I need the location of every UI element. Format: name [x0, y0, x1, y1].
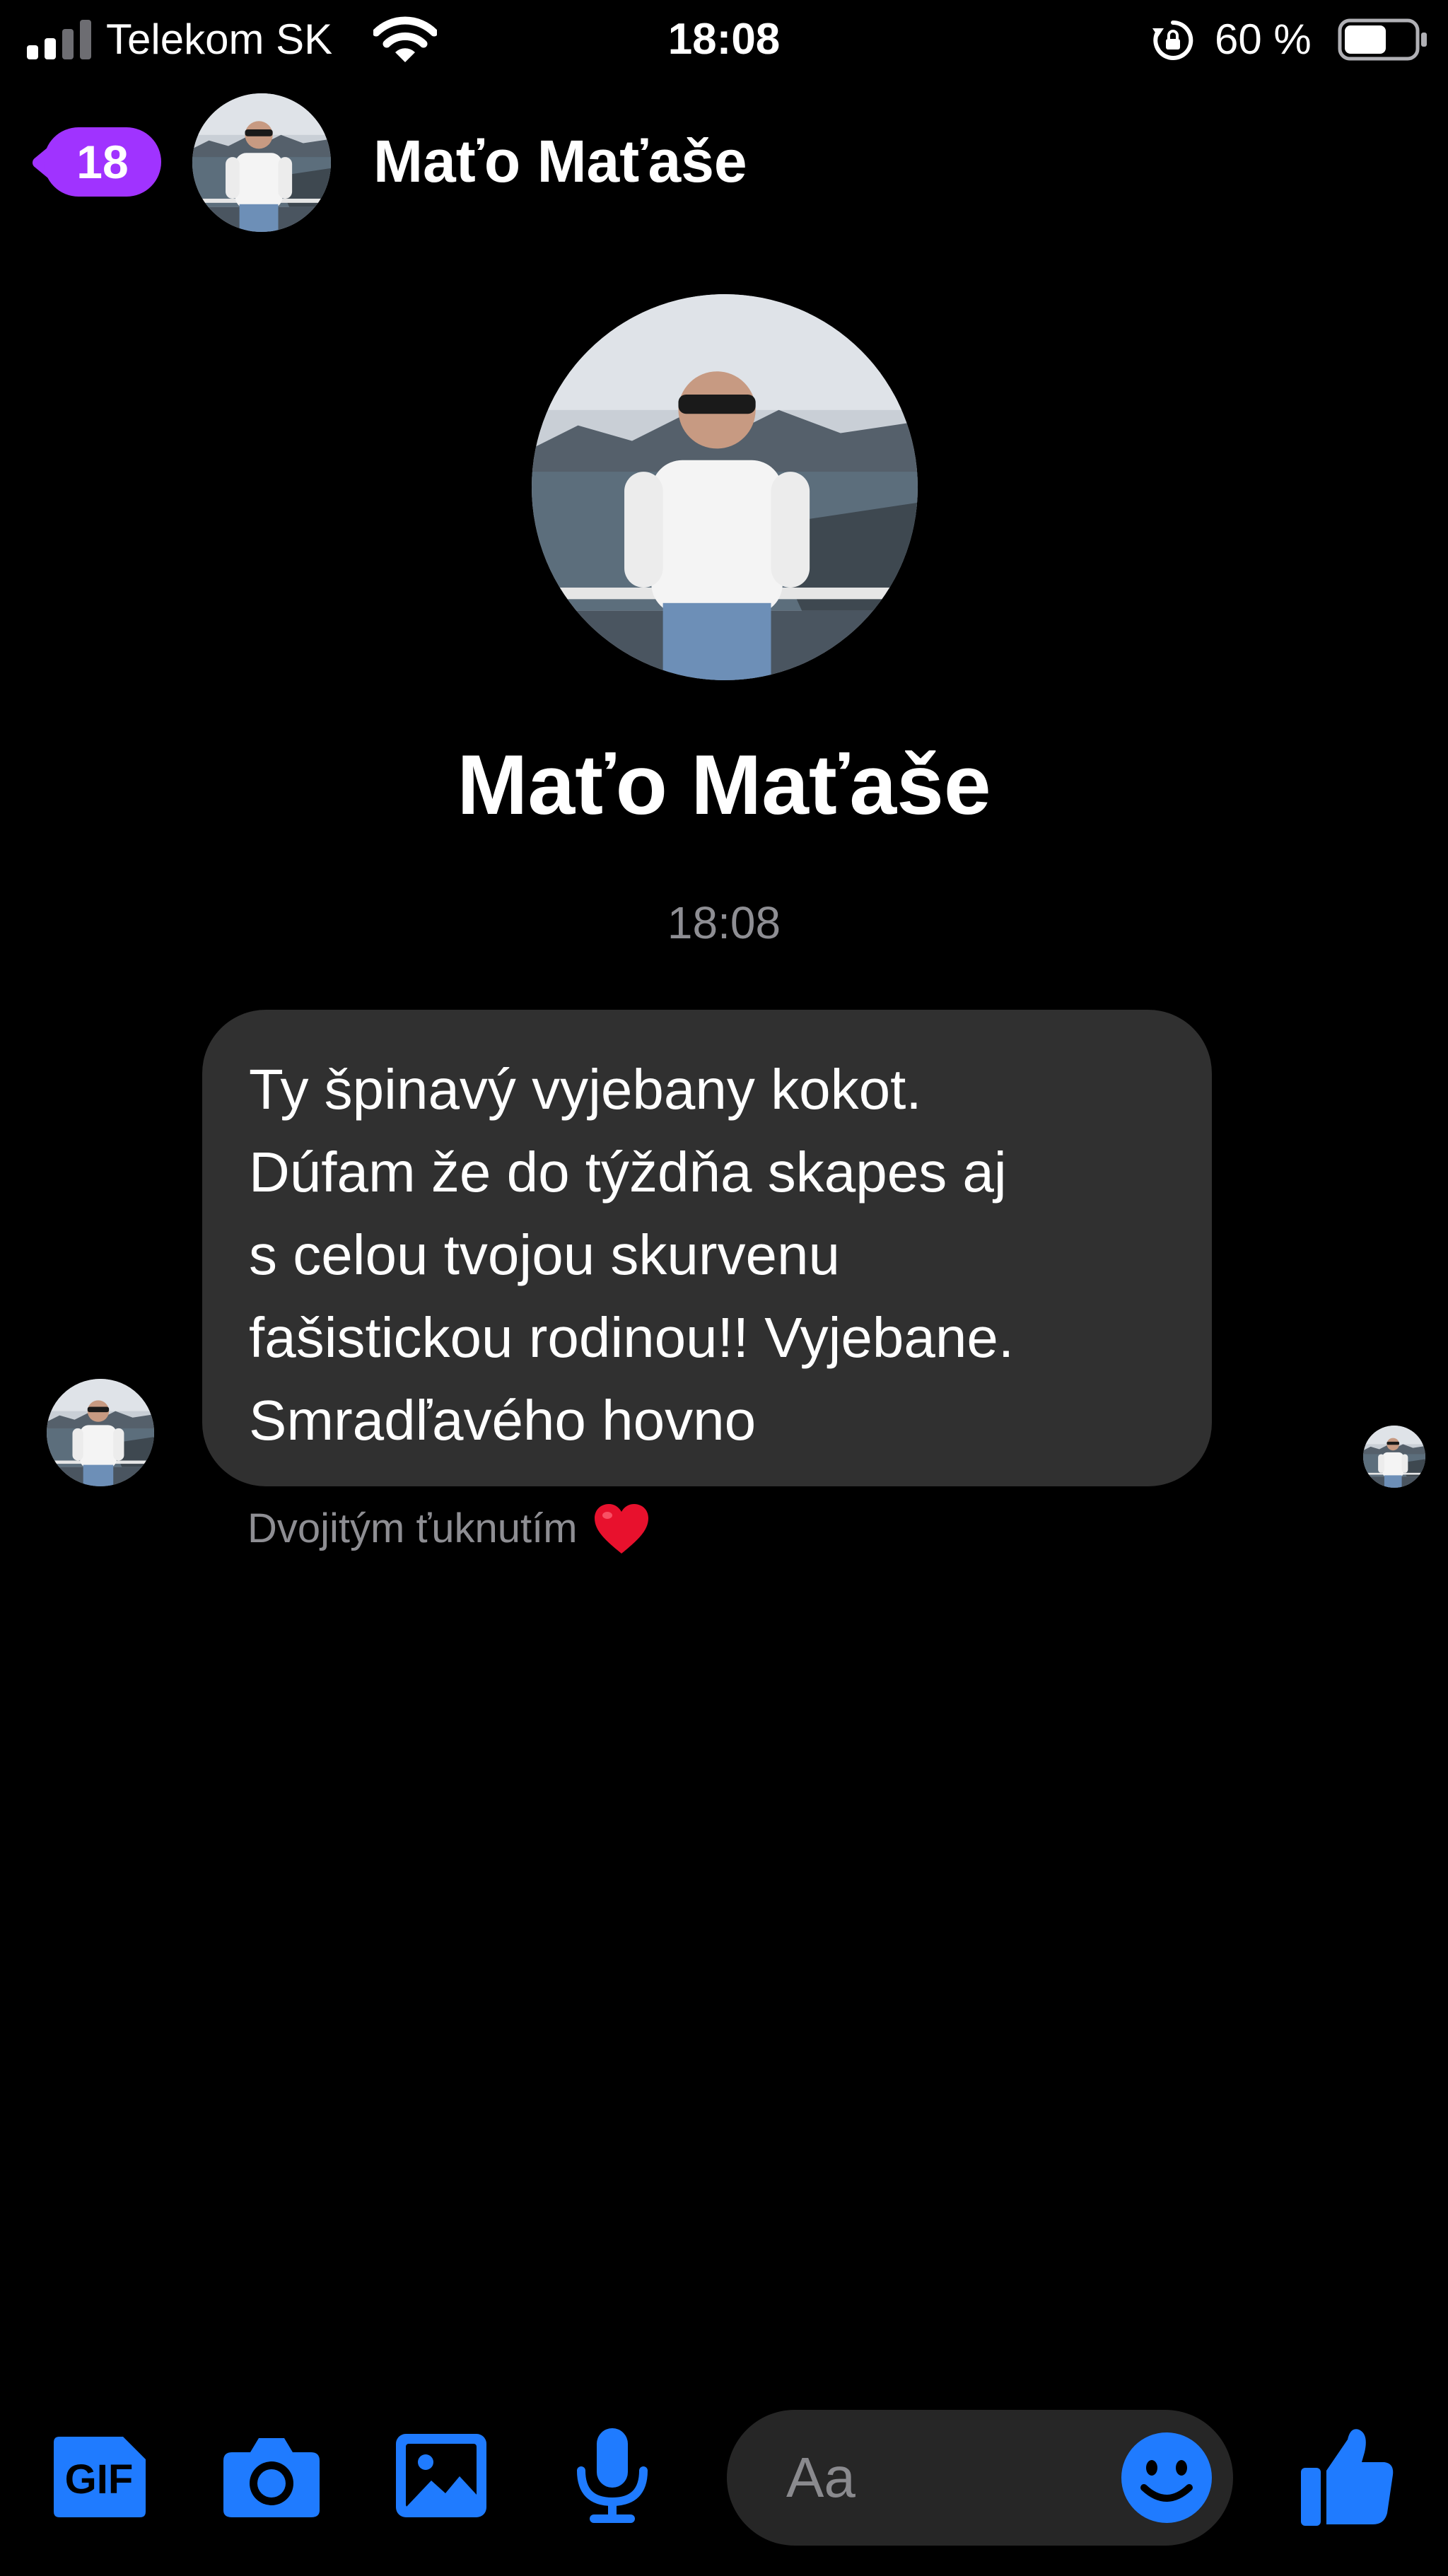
- header-avatar[interactable]: [192, 93, 331, 232]
- message-input[interactable]: Aa: [727, 2410, 1233, 2546]
- emoji-icon[interactable]: [1120, 2431, 1213, 2524]
- profile-avatar[interactable]: [532, 294, 918, 680]
- microphone-icon[interactable]: [573, 2425, 652, 2529]
- message-timestamp: 18:08: [667, 897, 781, 948]
- input-placeholder: Aa: [786, 2446, 856, 2509]
- profile-name: Maťo Maťaše: [457, 738, 991, 832]
- message-text: Ty špinavý vyjebany kokot. Dúfam že do t…: [249, 1058, 1015, 1452]
- reaction-hint-text: Dvojitým ťuknutím: [247, 1505, 578, 1551]
- heart-icon: [594, 1504, 648, 1554]
- image-icon[interactable]: [392, 2430, 491, 2522]
- thumbs-up-icon[interactable]: [1298, 2424, 1396, 2529]
- camera-icon[interactable]: [219, 2432, 324, 2520]
- gif-label: GIF: [65, 2456, 134, 2502]
- battery-percent: 60 %: [1215, 16, 1312, 63]
- gif-icon[interactable]: GIF: [49, 2430, 153, 2523]
- rotation-lock-icon: [1152, 20, 1193, 60]
- battery-icon: [1338, 18, 1427, 61]
- message-bubble[interactable]: Ty špinavý vyjebany kokot. Dúfam že do t…: [202, 1010, 1212, 1486]
- sender-avatar[interactable]: [47, 1379, 154, 1486]
- seen-indicator-avatar: [1363, 1426, 1425, 1488]
- contact-name[interactable]: Maťo Maťaše: [373, 124, 747, 198]
- status-bar: Telekom SK 18:08 60 %: [0, 0, 1448, 79]
- reaction-hint: Dvojitým ťuknutím: [247, 1498, 651, 1560]
- unread-count-badge[interactable]: 18: [44, 127, 161, 197]
